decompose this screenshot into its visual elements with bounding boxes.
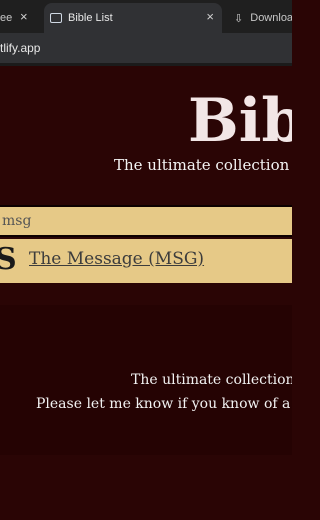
tab-label: Download [250, 12, 292, 24]
address-bar[interactable]: tlify.app [0, 33, 292, 63]
tab-previous[interactable]: ee × [0, 3, 42, 33]
browser-tab-bar: ee × Bible List × ⇩ Download [0, 0, 292, 33]
result-link[interactable]: The Message (MSG) [29, 249, 204, 269]
page-content: Bible The ultimate collection of 15 S Th… [0, 66, 292, 520]
tab-bible-list[interactable]: Bible List × [44, 3, 222, 33]
result-abbreviation: S [0, 242, 17, 277]
page-title: Bible [188, 86, 292, 156]
close-tab-icon[interactable]: × [20, 10, 28, 24]
search-input[interactable] [0, 205, 292, 237]
url-text: tlify.app [0, 41, 41, 55]
tab-label: ee [0, 12, 13, 24]
page-subtitle: The ultimate collection of 15 [114, 156, 292, 174]
result-row[interactable]: S The Message (MSG) [0, 239, 292, 283]
page-icon [50, 13, 62, 23]
footer-text-2: Please let me know if you know of a goo [36, 396, 292, 412]
tab-label: Bible List [68, 12, 113, 24]
tab-download[interactable]: ⇩ Download [226, 3, 292, 33]
footer-text-1: The ultimate collection of [131, 372, 292, 388]
close-tab-icon[interactable]: × [206, 10, 214, 24]
download-icon: ⇩ [234, 12, 244, 25]
